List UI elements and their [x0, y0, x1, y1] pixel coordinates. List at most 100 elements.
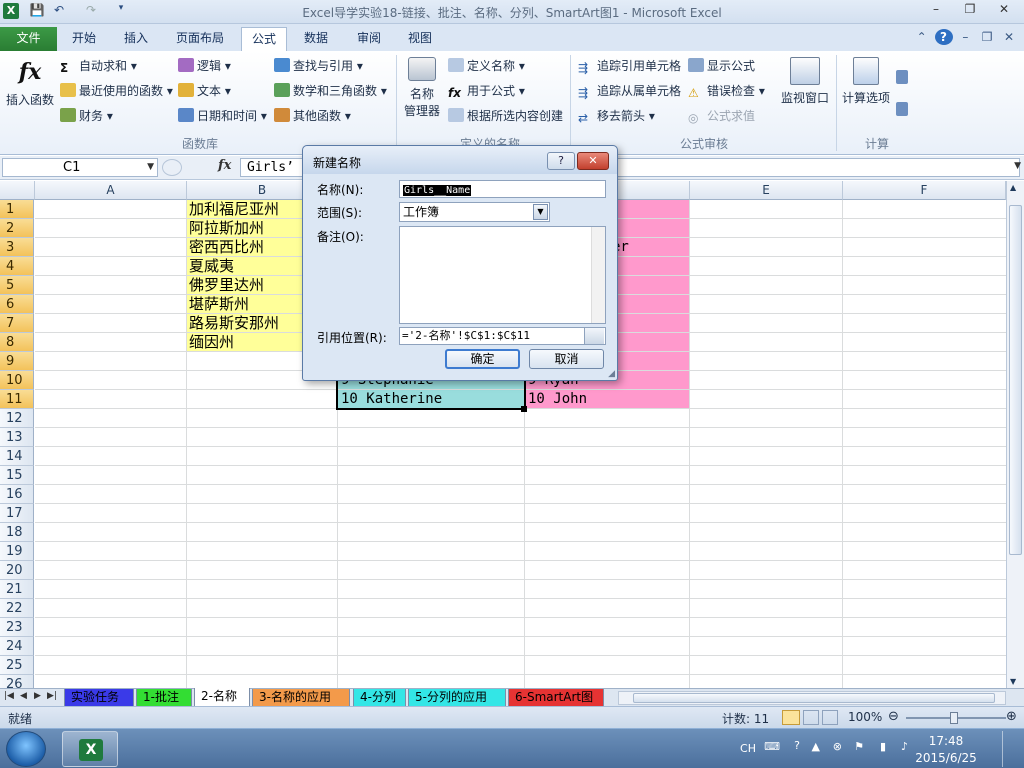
define-name-button[interactable]: 定义名称 ▾	[448, 55, 525, 77]
restore-button[interactable]: ❐	[956, 2, 984, 20]
trace-precedents-button[interactable]: ⇶ 追踪引用单元格	[578, 55, 681, 77]
cell-b7[interactable]: 路易斯安那州	[189, 314, 279, 333]
cell-b8[interactable]: 缅因州	[189, 333, 234, 352]
name-box[interactable]: C1 ▼	[2, 158, 158, 177]
tab-formulas[interactable]: 公式	[241, 27, 288, 51]
lookup-button[interactable]: 查找与引用 ▾	[274, 55, 363, 77]
cell-b6[interactable]: 堪萨斯州	[189, 295, 249, 314]
trace-dependents-button[interactable]: ⇶ 追踪从属单元格	[578, 80, 681, 102]
row-header[interactable]: 16	[0, 485, 34, 504]
zoom-level[interactable]: 100%	[848, 710, 882, 724]
row-header[interactable]: 3	[0, 238, 34, 257]
cell-b1[interactable]: 加利福尼亚州	[189, 200, 279, 219]
dialog-close-button[interactable]: ✕	[577, 152, 609, 170]
insert-function-button[interactable]: fx 插入函数	[4, 57, 56, 108]
sheet-tab[interactable]: 6-SmartArt图	[508, 689, 604, 707]
input-language[interactable]: CH	[740, 742, 756, 755]
fill-handle[interactable]	[521, 406, 527, 412]
scope-select[interactable]: 工作簿 ▼	[399, 202, 550, 222]
taskbar-excel-button[interactable]: X	[62, 731, 118, 767]
last-sheet-icon[interactable]: ▶|	[47, 691, 57, 701]
first-sheet-icon[interactable]: |◀	[4, 691, 14, 701]
sheet-tab[interactable]: 4-分列	[353, 689, 406, 707]
calculate-now-button[interactable]	[896, 67, 911, 89]
row-header[interactable]: 11	[0, 390, 34, 409]
dialog-help-button[interactable]: ?	[547, 152, 575, 170]
remove-arrows-button[interactable]: ⇄ 移去箭头 ▾	[578, 105, 655, 127]
row-header[interactable]: 26	[0, 675, 34, 688]
row-header[interactable]: 8	[0, 333, 34, 352]
autosum-button[interactable]: Σ 自动求和 ▾	[60, 55, 137, 77]
resize-grip-icon[interactable]: ◢	[608, 369, 615, 379]
recent-functions-button[interactable]: 最近使用的函数 ▾	[60, 80, 173, 102]
row-header[interactable]: 2	[0, 219, 34, 238]
vertical-scroll-thumb[interactable]	[1009, 205, 1022, 555]
more-functions-button[interactable]: 其他函数 ▾	[274, 105, 351, 127]
page-layout-view-icon[interactable]	[803, 710, 819, 725]
row-header[interactable]: 23	[0, 618, 34, 637]
show-desktop-button[interactable]	[1002, 731, 1016, 767]
row-header[interactable]: 9	[0, 352, 34, 371]
row-header[interactable]: 17	[0, 504, 34, 523]
scroll-down-icon[interactable]: ▼	[1010, 677, 1016, 686]
row-header[interactable]: 14	[0, 447, 34, 466]
close-window-button[interactable]: ✕	[990, 2, 1018, 20]
network-icon[interactable]: ▮	[880, 740, 886, 753]
scroll-up-icon[interactable]: ▲	[1010, 183, 1016, 192]
clock-date[interactable]: 2015/6/25	[906, 751, 986, 765]
zoom-slider-thumb[interactable]	[950, 712, 958, 724]
horizontal-scroll-thumb[interactable]	[633, 693, 995, 703]
keyboard-icon[interactable]: ⌨	[764, 740, 780, 753]
row-header[interactable]: 24	[0, 637, 34, 656]
row-header[interactable]: 22	[0, 599, 34, 618]
ok-button[interactable]: 确定	[445, 349, 520, 369]
evaluate-formula-button[interactable]: ◎ 公式求值	[688, 105, 755, 127]
comment-textarea[interactable]	[399, 226, 606, 324]
chevron-down-icon[interactable]: ▼	[147, 159, 154, 176]
row-header[interactable]: 15	[0, 466, 34, 485]
sheet-tab[interactable]: 5-分列的应用	[408, 689, 506, 707]
formula-bar-grip[interactable]	[162, 159, 182, 176]
collapse-ribbon-icon[interactable]: ⌃	[913, 30, 931, 44]
column-header-f[interactable]: F	[843, 181, 1006, 200]
help-icon[interactable]: ?	[934, 29, 953, 45]
cancel-button[interactable]: 取消	[529, 349, 604, 369]
flag-icon[interactable]: ⚑	[854, 740, 864, 753]
sheet-tab[interactable]: 1-批注	[136, 689, 192, 707]
tab-insert[interactable]: 插入	[114, 27, 158, 51]
zoom-out-icon[interactable]: ⊖	[888, 709, 899, 724]
tab-view[interactable]: 视图	[398, 27, 442, 51]
calculate-sheet-button[interactable]	[896, 99, 911, 121]
minimize-button[interactable]: –	[922, 2, 950, 20]
name-input[interactable]: Girls__Name	[399, 180, 606, 198]
start-button[interactable]	[6, 731, 46, 767]
name-manager-button[interactable]: 名称 管理器	[400, 57, 444, 119]
tray-expand-icon[interactable]: ▲	[812, 740, 820, 753]
vertical-scrollbar[interactable]: ▲ ▼	[1006, 181, 1024, 688]
normal-view-icon[interactable]	[782, 710, 800, 725]
row-header[interactable]: 21	[0, 580, 34, 599]
tab-data[interactable]: 数据	[294, 27, 338, 51]
prev-sheet-icon[interactable]: ◀	[20, 691, 27, 701]
help-tray-icon[interactable]: ?	[794, 739, 800, 752]
clock-time[interactable]: 17:48	[916, 734, 976, 748]
show-formulas-button[interactable]: 显示公式	[688, 55, 755, 77]
dialog-title-bar[interactable]: 新建名称 ? ✕	[303, 146, 617, 174]
wb-close-icon[interactable]: ✕	[1000, 30, 1018, 44]
use-in-formula-button[interactable]: fx 用于公式 ▾	[448, 80, 525, 102]
row-header[interactable]: 20	[0, 561, 34, 580]
cell-b3[interactable]: 密西西比州	[189, 238, 264, 257]
tab-home[interactable]: 开始	[62, 27, 106, 51]
logical-button[interactable]: 逻辑 ▾	[178, 55, 231, 77]
calculation-options-button[interactable]: 计算选项	[840, 57, 892, 106]
row-header[interactable]: 12	[0, 409, 34, 428]
row-header[interactable]: 1	[0, 200, 34, 219]
refers-to-input[interactable]: ='2-名称'!$C$1:$C$11	[399, 327, 606, 345]
math-button[interactable]: 数学和三角函数 ▾	[274, 80, 387, 102]
column-header-a[interactable]: A	[35, 181, 187, 200]
sheet-tab[interactable]: 实验任务	[64, 689, 134, 707]
zoom-in-icon[interactable]: ⊕	[1006, 709, 1017, 724]
row-header[interactable]: 10	[0, 371, 34, 390]
tab-file[interactable]: 文件	[0, 27, 57, 51]
chevron-down-icon[interactable]: ▼	[533, 204, 548, 220]
